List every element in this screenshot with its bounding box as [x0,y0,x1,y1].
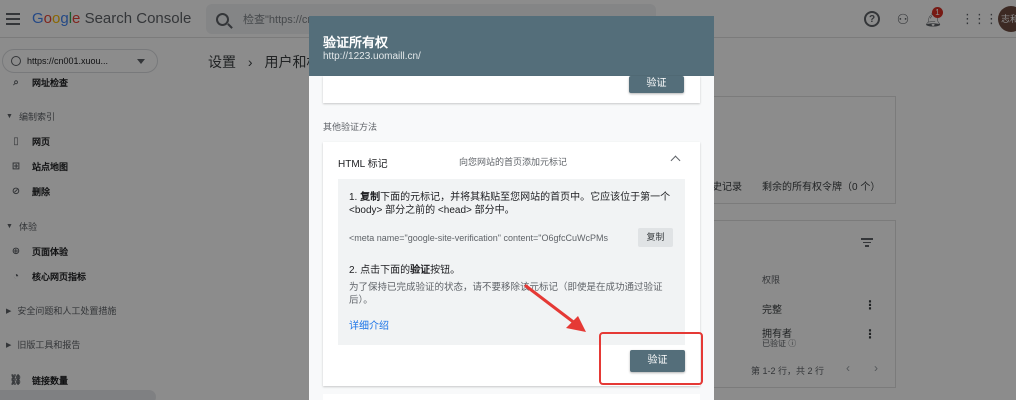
instructions-panel: 1. 复制下面的元标记，并将其粘贴至您网站的首页中。它应该位于第一个 <body… [338,179,685,345]
copy-button[interactable]: 复制 [638,228,673,247]
step2-text: 2. 点击下面的验证按钮。 [349,265,461,276]
dialog-header: 验证所有权 http://1223.uomaill.cn/ [309,16,714,76]
dialog-title: 验证所有权 [323,35,389,50]
verify-button-top[interactable]: 验证 [629,76,684,93]
method-description: 向您网站的首页添加元标记 [459,157,568,167]
recommended-method-card: 验证 [323,76,700,103]
meta-tag-code[interactable]: <meta name="google-site-verification" co… [349,233,608,243]
keep-tag-note: 为了保持已完成验证的状态，请不要移除该元标记（即使是在成功通过验证后）。 [349,282,663,306]
annotation-arrow-icon [524,284,586,332]
chevron-up-icon[interactable] [670,155,681,166]
dialog-url: http://1223.uomaill.cn/ [323,51,421,62]
method-title[interactable]: HTML 标记 [338,155,388,170]
learn-more-link[interactable]: 详细介绍 [349,317,389,332]
highlight-box [599,332,703,385]
next-method-card [323,394,700,400]
other-methods-label: 其他验证方法 [323,122,378,132]
step1-text: 1. 复制下面的元标记，并将其粘贴至您网站的首页中。它应该位于第一个 <body… [349,192,671,216]
